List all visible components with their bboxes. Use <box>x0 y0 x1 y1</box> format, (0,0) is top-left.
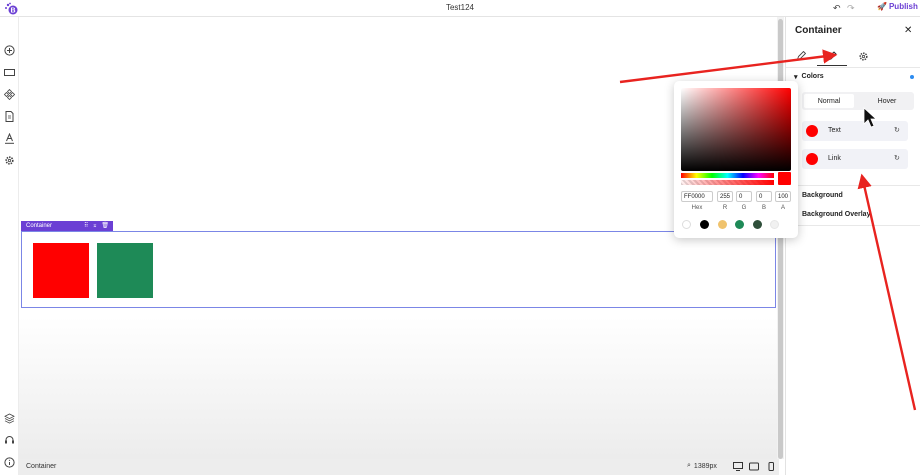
annotation-arrow <box>857 173 917 411</box>
mouse-cursor-icon <box>863 107 878 128</box>
annotation-arrow <box>619 49 838 84</box>
annotation-overlay <box>619 49 917 411</box>
